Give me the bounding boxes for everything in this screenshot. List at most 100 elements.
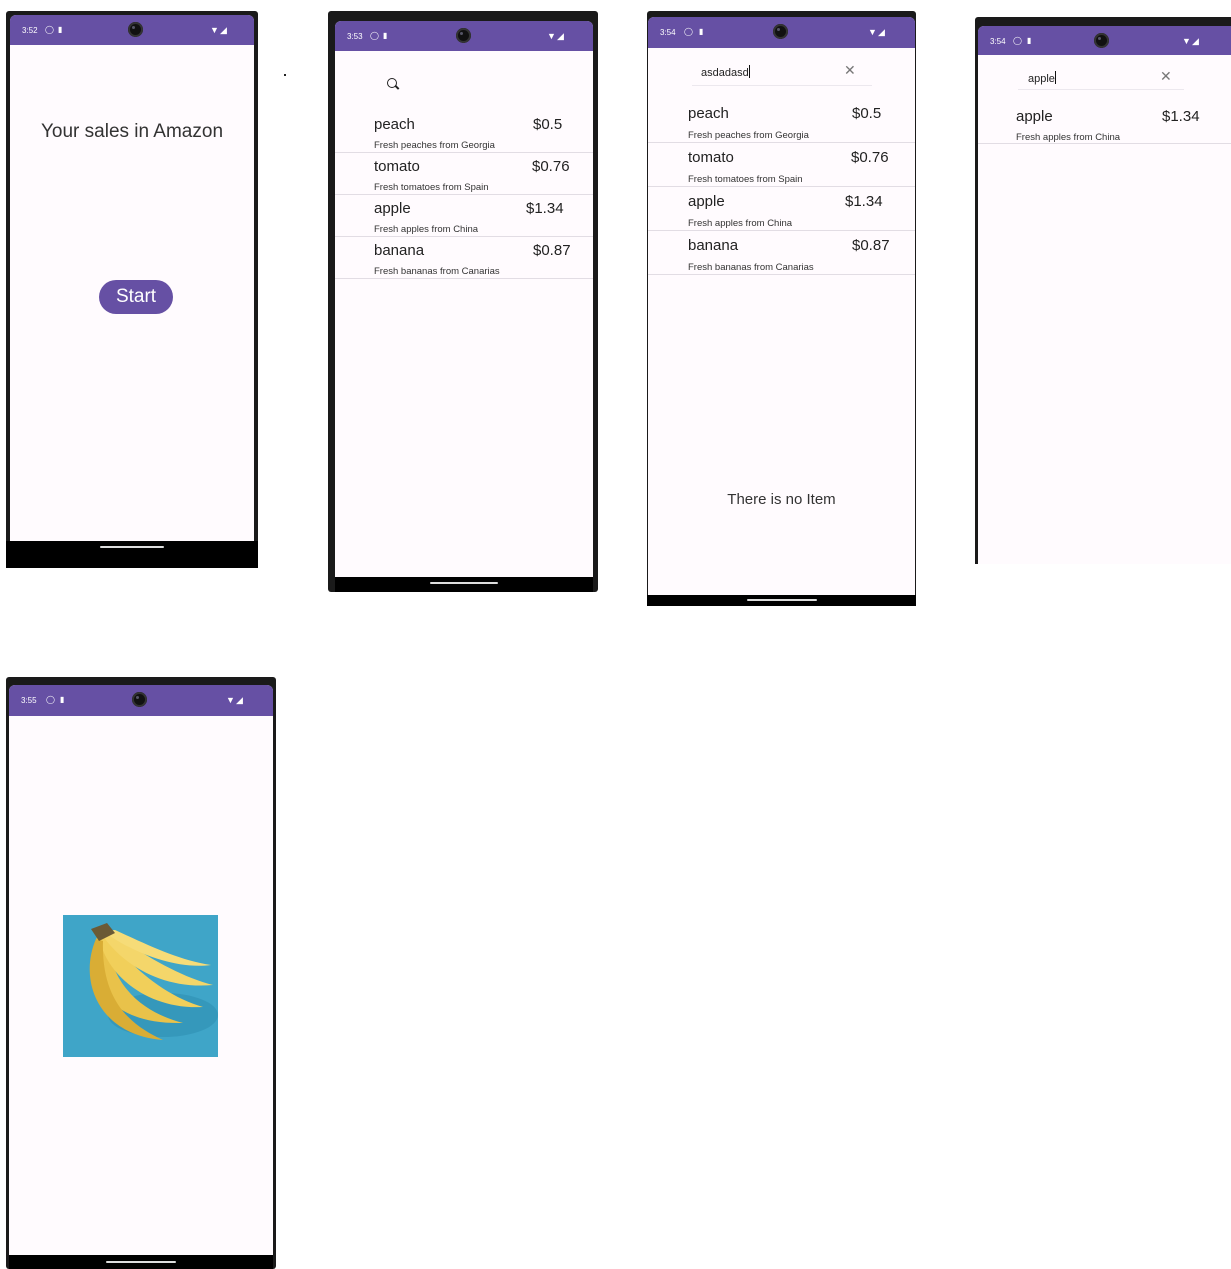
status-bar: 3:53 ◯ ▮ ▼ ◢ — [335, 21, 593, 51]
list-item[interactable]: apple $1.34 Fresh apples from China — [978, 102, 1231, 144]
home-gesture-handle[interactable] — [746, 599, 817, 601]
stray-dot — [284, 74, 286, 76]
product-price: $1.34 — [526, 200, 564, 217]
product-price: $0.5 — [533, 116, 563, 133]
product-name: banana — [688, 237, 739, 254]
list-item[interactable]: banana $0.87 Fresh bananas from Canarias — [335, 237, 593, 279]
home-gesture-handle[interactable] — [106, 1261, 176, 1263]
product-description: Fresh apples from China — [1016, 132, 1121, 143]
product-price: $0.76 — [851, 149, 889, 166]
wifi-icon: ▼ — [226, 695, 235, 705]
wifi-icon: ▼ — [210, 25, 219, 35]
product-name: apple — [374, 200, 411, 217]
product-price: $1.34 — [845, 193, 883, 210]
screen-search-no-results: 3:54 ◯ ▮ ▼ ◢ asdadasd ✕ peach $0.5 Fresh… — [648, 17, 915, 595]
product-description: Fresh apples from China — [374, 224, 479, 235]
banana-photo — [63, 915, 218, 1057]
product-price: $0.87 — [533, 242, 571, 259]
list-item[interactable]: peach $0.5 Fresh peaches from Georgia — [648, 99, 915, 143]
screen-product-list: 3:53 ◯ ▮ ▼ ◢ peach $0.5 Fresh peaches fr… — [335, 21, 593, 577]
status-time: 3:54 — [990, 37, 1006, 46]
search-underline — [1018, 89, 1184, 90]
product-price: $0.76 — [532, 158, 570, 175]
phone-product-image: 3:55 ◯ ▮ ▼ ◢ — [6, 677, 276, 1269]
text-caret — [748, 65, 750, 78]
alarm-icon: ◯ — [684, 27, 693, 36]
product-price: $0.87 — [852, 237, 890, 254]
screen-start: 3:52 ◯ ▮ ▼ ◢ Your sales in Amazon Start — [10, 15, 254, 541]
product-name: apple — [1016, 108, 1053, 125]
close-icon[interactable]: ✕ — [1160, 68, 1172, 85]
product-name: apple — [688, 193, 725, 210]
list-item[interactable]: tomato $0.76 Fresh tomatoes from Spain — [335, 153, 593, 195]
product-price: $1.34 — [1162, 108, 1200, 125]
status-bar: 3:54 ◯ ▮ ▼ ◢ — [978, 26, 1231, 55]
alarm-icon: ◯ — [46, 695, 55, 704]
wifi-icon: ▼ — [868, 27, 877, 37]
search-input[interactable]: apple — [1028, 71, 1056, 85]
alarm-icon: ◯ — [370, 31, 379, 40]
list-item[interactable]: apple $1.34 Fresh apples from China — [648, 187, 915, 231]
product-description: Fresh tomatoes from Spain — [374, 182, 489, 193]
sd-card-icon: ▮ — [1027, 36, 1032, 45]
signal-icon: ◢ — [557, 31, 564, 41]
list-item[interactable]: apple $1.34 Fresh apples from China — [335, 195, 593, 237]
product-name: banana — [374, 242, 425, 259]
product-name: peach — [374, 116, 415, 133]
screen-search-apple: 3:54 ◯ ▮ ▼ ◢ apple ✕ apple $1.34 Fresh a… — [978, 26, 1231, 564]
text-caret — [1054, 71, 1056, 84]
sd-card-icon: ▮ — [699, 27, 704, 36]
list-item[interactable]: banana $0.87 Fresh bananas from Canarias — [648, 231, 915, 275]
navigation-bar — [647, 595, 916, 606]
start-button[interactable]: Start — [99, 280, 173, 314]
product-name: tomato — [374, 158, 420, 175]
product-name: peach — [688, 105, 729, 122]
product-description: Fresh peaches from Georgia — [688, 130, 809, 141]
list-item[interactable]: peach $0.5 Fresh peaches from Georgia — [335, 111, 593, 153]
status-time: 3:52 — [22, 26, 38, 35]
camera-cutout — [456, 28, 471, 43]
page-title: Your sales in Amazon — [40, 121, 224, 142]
product-description: Fresh apples from China — [688, 218, 793, 229]
camera-cutout — [132, 692, 147, 707]
product-description: Fresh tomatoes from Spain — [688, 174, 803, 185]
search-query: apple — [1028, 73, 1055, 85]
alarm-icon: ◯ — [1013, 36, 1022, 45]
search-underline — [692, 85, 872, 86]
sd-card-icon: ▮ — [58, 25, 63, 34]
wifi-icon: ▼ — [547, 31, 556, 41]
product-description: Fresh bananas from Canarias — [374, 266, 500, 277]
home-gesture-handle[interactable] — [430, 582, 498, 584]
home-gesture-handle[interactable] — [100, 546, 164, 548]
navigation-bar — [9, 1255, 273, 1269]
alarm-icon: ◯ — [45, 25, 54, 34]
status-bar: 3:55 ◯ ▮ ▼ ◢ — [9, 685, 273, 716]
close-icon[interactable]: ✕ — [844, 62, 856, 79]
phone-product-list: 3:53 ◯ ▮ ▼ ◢ peach $0.5 Fresh peaches fr… — [328, 11, 598, 592]
signal-icon: ◢ — [220, 25, 227, 35]
product-price: $0.5 — [852, 105, 882, 122]
sd-card-icon: ▮ — [60, 695, 65, 704]
empty-state-message: There is no Item — [727, 491, 836, 508]
navigation-bar — [335, 577, 593, 592]
product-name: tomato — [688, 149, 734, 166]
status-time: 3:54 — [660, 28, 676, 37]
product-description: Fresh bananas from Canarias — [688, 262, 814, 273]
sd-card-icon: ▮ — [383, 31, 388, 40]
status-bar: 3:54 ◯ ▮ ▼ ◢ — [648, 17, 915, 48]
phone-search-apple: 3:54 ◯ ▮ ▼ ◢ apple ✕ apple $1.34 Fresh a… — [975, 17, 1231, 564]
signal-icon: ◢ — [1192, 36, 1199, 46]
status-bar: 3:52 ◯ ▮ ▼ ◢ — [10, 15, 254, 45]
phone-search-no-results: 3:54 ◯ ▮ ▼ ◢ asdadasd ✕ peach $0.5 Fresh… — [647, 11, 916, 606]
signal-icon: ◢ — [236, 695, 243, 705]
status-time: 3:53 — [347, 32, 363, 41]
list-item[interactable]: tomato $0.76 Fresh tomatoes from Spain — [648, 143, 915, 187]
search-input[interactable]: asdadasd — [701, 65, 750, 79]
phone-start-screen: 3:52 ◯ ▮ ▼ ◢ Your sales in Amazon Start — [6, 11, 258, 568]
search-icon[interactable] — [387, 78, 397, 88]
screen-product-image: 3:55 ◯ ▮ ▼ ◢ — [9, 685, 273, 1255]
wifi-icon: ▼ — [1182, 36, 1191, 46]
status-time: 3:55 — [21, 696, 37, 705]
product-description: Fresh peaches from Georgia — [374, 140, 495, 151]
search-query: asdadasd — [701, 67, 749, 79]
